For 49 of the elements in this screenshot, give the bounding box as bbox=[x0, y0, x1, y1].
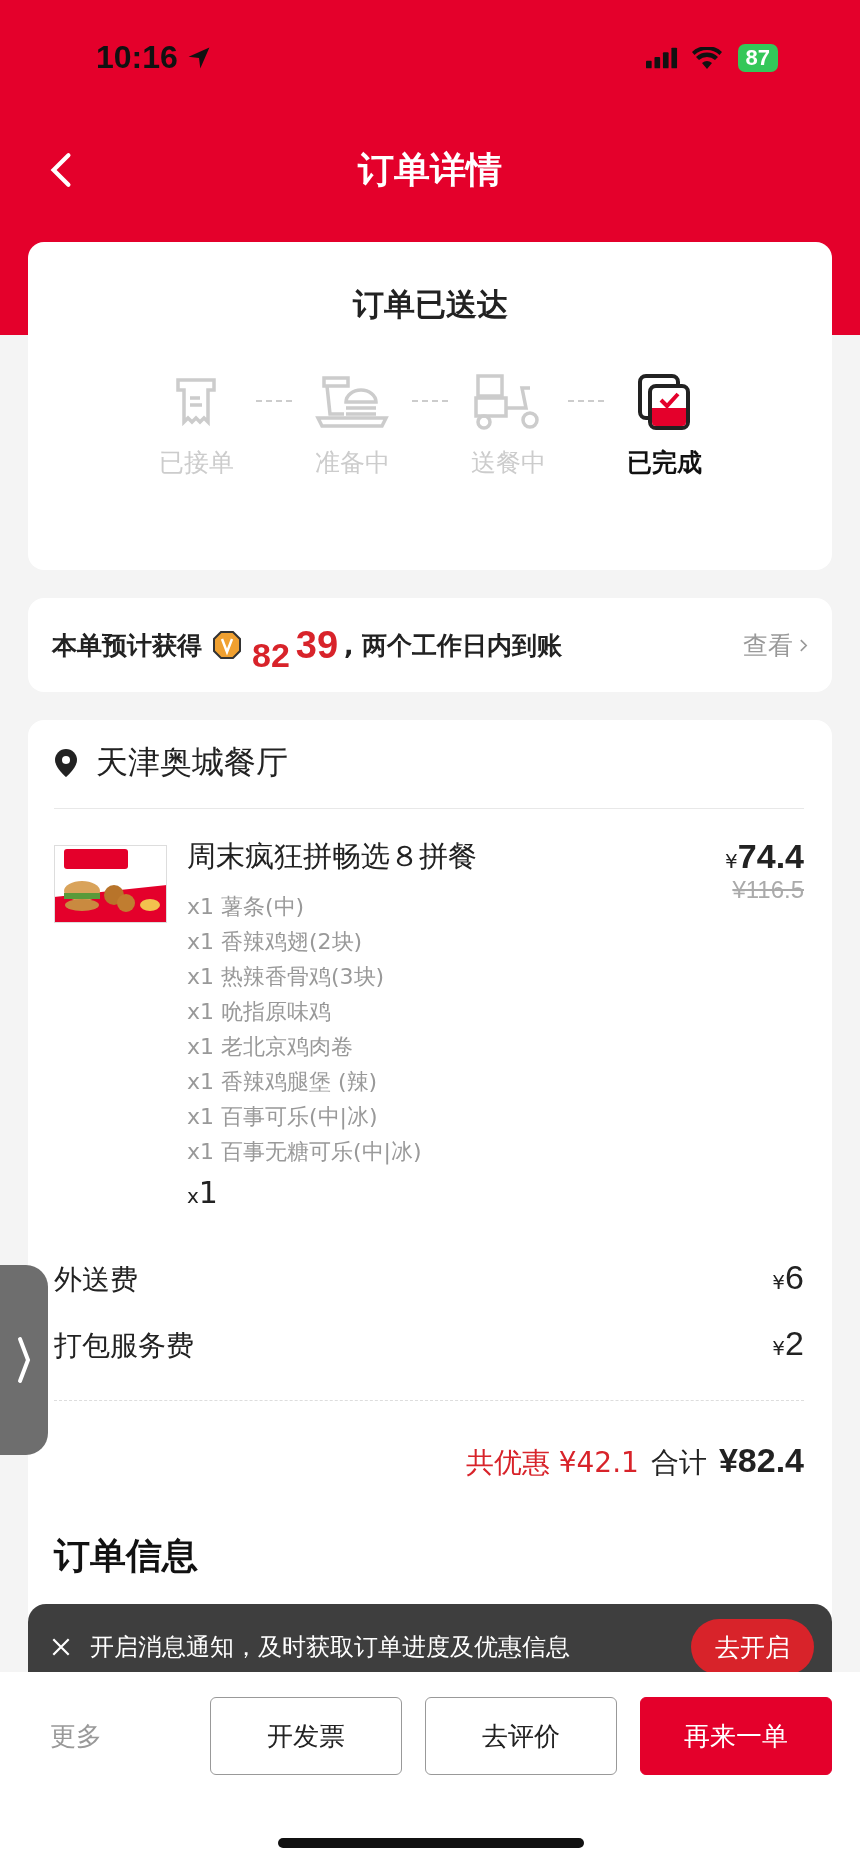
item-option: x1 吮指原味鸡 bbox=[187, 994, 706, 1029]
item-option: x1 香辣鸡翅(2块) bbox=[187, 924, 706, 959]
fee-amount: 2 bbox=[785, 1324, 804, 1363]
v-coin-icon bbox=[212, 630, 242, 660]
section-title: 订单信息 bbox=[54, 1536, 198, 1576]
item-option: x1 百事可乐(中|冰) bbox=[187, 1099, 706, 1134]
location-pin-icon bbox=[54, 748, 78, 778]
restaurant-name: 天津奥城餐厅 bbox=[96, 742, 288, 783]
currency-sign: ¥ bbox=[772, 1336, 786, 1360]
signal-icon bbox=[645, 46, 678, 69]
step-label: 已完成 bbox=[626, 447, 702, 479]
discount-total: 共优惠 ¥42.1 bbox=[465, 1445, 639, 1481]
fee-amount: 6 bbox=[785, 1258, 804, 1297]
quantity-prefix: x bbox=[187, 1184, 199, 1208]
points-note: , 两个工作日内到账 bbox=[344, 629, 563, 662]
item-quantity: 1 bbox=[198, 1175, 218, 1210]
view-link[interactable]: 查看 bbox=[743, 628, 808, 662]
total-label: 合计 bbox=[650, 1445, 707, 1481]
page-title: 订单详情 bbox=[358, 147, 502, 192]
more-button[interactable]: 更多 bbox=[28, 1697, 188, 1775]
points-label: 本单预计获得 bbox=[52, 629, 202, 662]
item-option: x1 薯条(中) bbox=[187, 889, 706, 924]
side-handle[interactable] bbox=[0, 1265, 48, 1455]
toast-message: 开启消息通知，及时获取订单进度及优惠信息 bbox=[90, 1632, 570, 1663]
currency-sign: ¥ bbox=[772, 1270, 786, 1294]
currency-sign: ¥ bbox=[725, 849, 738, 873]
item-option: x1 香辣鸡腿堡 (辣) bbox=[187, 1064, 706, 1099]
item-price: 74.4 bbox=[737, 837, 804, 875]
fee-label: 打包服务费 bbox=[54, 1328, 194, 1364]
points-value: 39 bbox=[295, 623, 339, 667]
order-total: ¥82.4 bbox=[718, 1441, 804, 1480]
status-title: 订单已送达 bbox=[351, 285, 509, 324]
item-option: x1 老北京鸡肉卷 bbox=[187, 1029, 706, 1064]
chevron-icon[interactable] bbox=[799, 637, 808, 653]
points-rolling-digits: 82 bbox=[252, 635, 290, 675]
fee-label: 外送费 bbox=[54, 1262, 138, 1298]
item-option: x1 百事无糖可乐(中|冰) bbox=[187, 1134, 706, 1169]
back-icon[interactable] bbox=[50, 152, 72, 188]
item-option: x1 热辣香骨鸡(3块) bbox=[187, 959, 706, 994]
original-price: ¥116.5 bbox=[731, 876, 804, 904]
chevron-icon[interactable] bbox=[17, 1335, 31, 1385]
wifi-icon bbox=[691, 46, 722, 69]
action-button[interactable]: 开发票 bbox=[210, 1697, 403, 1775]
status-time: 10:16 bbox=[96, 39, 178, 76]
close-icon[interactable] bbox=[50, 1636, 72, 1658]
action-button[interactable]: 去评价 bbox=[425, 1697, 618, 1775]
item-title: 周末疯狂拼畅选８拼餐 bbox=[187, 838, 478, 875]
action-button[interactable]: 再来一单 bbox=[640, 1697, 832, 1775]
enable-button[interactable]: 去开启 bbox=[691, 1619, 814, 1675]
